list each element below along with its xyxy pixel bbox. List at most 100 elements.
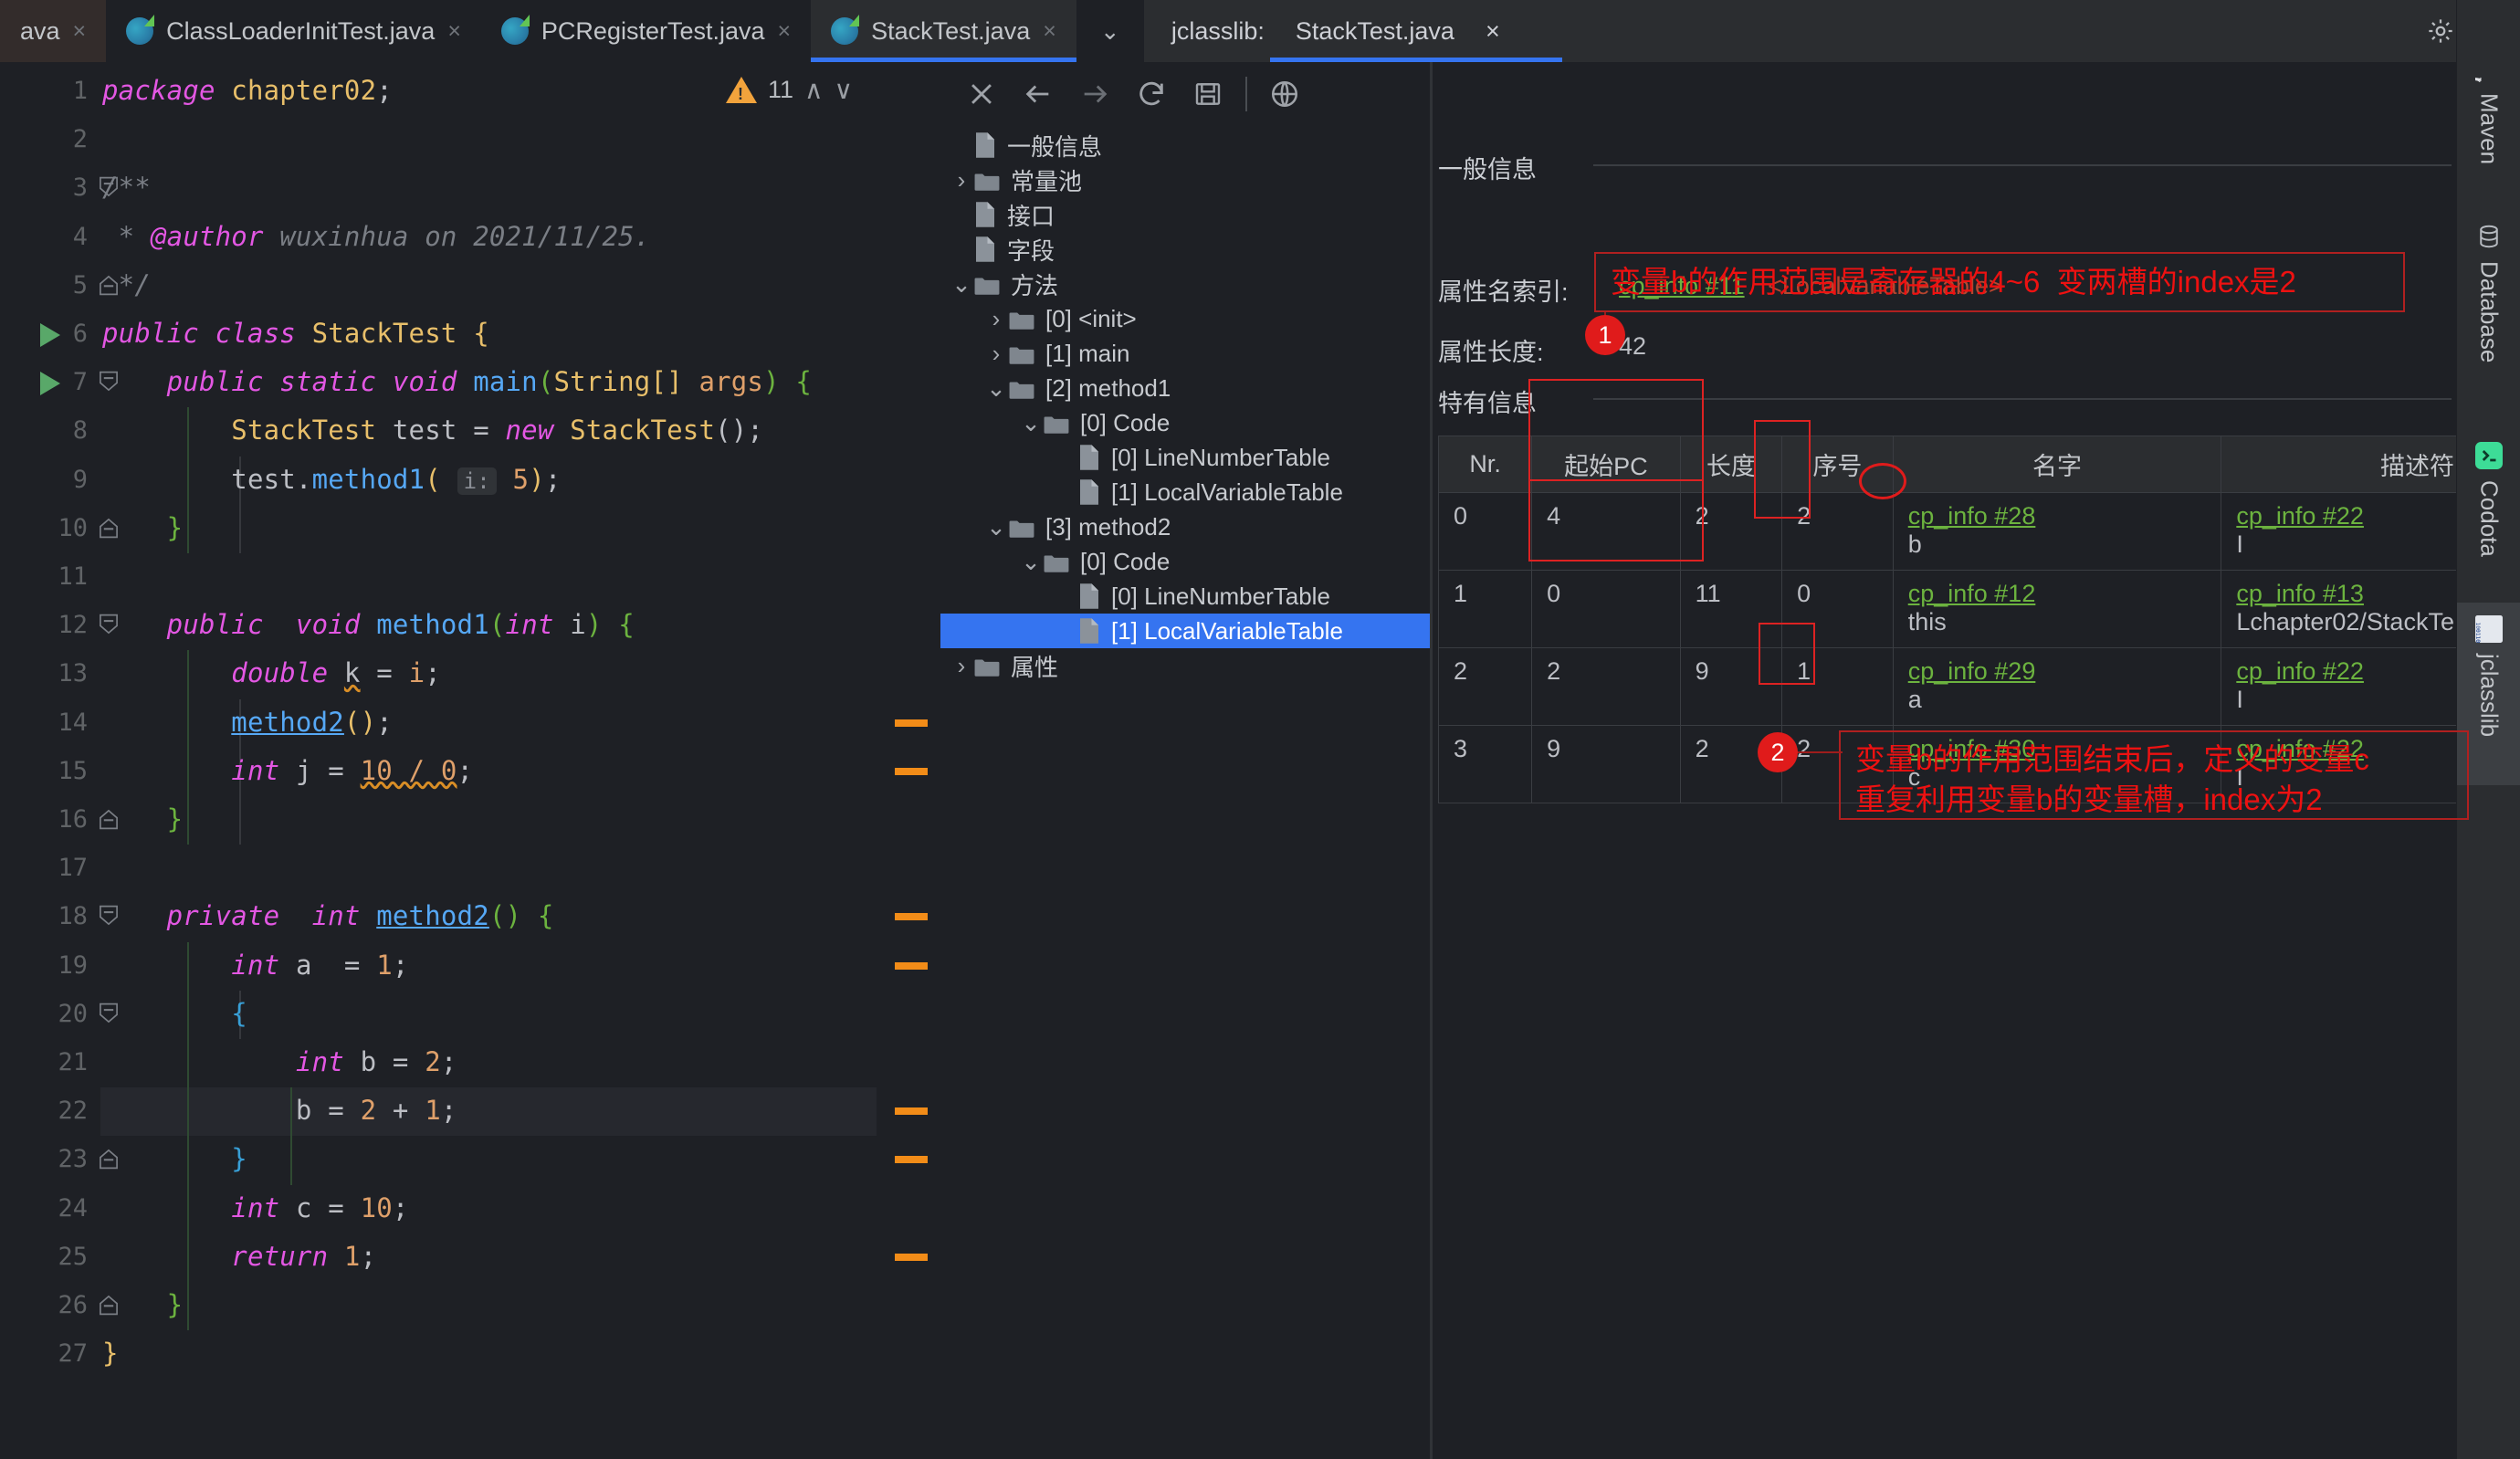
editor-tab-0[interactable]: ava× xyxy=(0,0,106,62)
problem-stripe-marker[interactable] xyxy=(895,1107,928,1115)
close-icon[interactable]: × xyxy=(447,18,461,45)
warning-count: 11 xyxy=(768,76,793,104)
tree-node-11[interactable]: ⌄[3] method2 xyxy=(940,509,1430,544)
tree-node-1[interactable]: ›常量池 xyxy=(940,163,1430,197)
cell-name[interactable]: cp_info #29a xyxy=(1893,648,2221,726)
tree-node-15[interactable]: ›属性 xyxy=(940,648,1430,683)
jclasslib-tool-tab[interactable]: jclasslib:StackTest.java× xyxy=(1144,0,1522,62)
cp-info-link[interactable]: cp_info #22 xyxy=(2236,657,2454,686)
cell-name[interactable]: cp_info #28b xyxy=(1893,493,2221,571)
forward-arrow-icon[interactable] xyxy=(1066,66,1123,122)
cell-descriptor[interactable]: cp_info #13Lchapter02/StackTe xyxy=(2221,571,2470,648)
browse-web-icon[interactable] xyxy=(1256,66,1313,122)
editor-tab-1[interactable]: ClassLoaderInitTest.java× xyxy=(106,0,481,62)
close-icon[interactable]: × xyxy=(73,18,87,45)
tool-window-button-database[interactable]: Database xyxy=(2457,210,2520,406)
inspection-widget[interactable]: 11 ∧ ∨ xyxy=(726,75,853,105)
jclasslib-tab-prefix: jclasslib: xyxy=(1171,17,1265,46)
tree-node-0[interactable]: ›一般信息 xyxy=(940,128,1430,163)
cell-name[interactable]: cp_info #12this xyxy=(1893,571,2221,648)
tree-node-3[interactable]: ›字段 xyxy=(940,232,1430,267)
cell-name-value: b xyxy=(1908,530,2207,559)
cp-info-link[interactable]: cp_info #28 xyxy=(1908,502,2207,530)
tree-node-14[interactable]: ›[1] LocalVariableTable xyxy=(940,614,1430,648)
editor-tab-2[interactable]: PCRegisterTest.java× xyxy=(481,0,811,62)
close-icon[interactable]: × xyxy=(778,18,792,45)
chevron-down-icon[interactable]: ⌄ xyxy=(1019,550,1043,573)
chevron-down-icon[interactable]: ⌄ xyxy=(984,376,1008,400)
table-row[interactable]: 0422cp_info #28bcp_info #22I xyxy=(1439,493,2470,571)
line-number: 8 xyxy=(73,416,88,445)
cell-descriptor[interactable]: cp_info #22I xyxy=(2221,493,2470,571)
line-number: 5 xyxy=(73,271,88,299)
tree-node-12[interactable]: ⌄[0] Code xyxy=(940,544,1430,579)
problem-stripe-marker[interactable] xyxy=(895,1254,928,1261)
tree-node-9[interactable]: ›[0] LineNumberTable xyxy=(940,440,1430,475)
editor-scrollbar-area[interactable] xyxy=(877,62,940,1459)
chevron-down-icon[interactable]: ⌄ xyxy=(950,272,973,296)
table-row[interactable]: 2291cp_info #29acp_info #22I xyxy=(1439,648,2470,726)
document-icon xyxy=(973,236,997,263)
chevron-down-icon[interactable]: ⌄ xyxy=(984,515,1008,539)
maven-icon: m xyxy=(2475,55,2503,82)
code-line: * @author wuxinhua on 2021/11/25. xyxy=(102,221,650,252)
back-arrow-icon[interactable] xyxy=(1010,66,1066,122)
cp-info-link[interactable]: cp_info #29 xyxy=(1908,657,2207,686)
jclasslib-tree[interactable]: ›一般信息›常量池›接口›字段⌄方法›[0] <init>›[1] main⌄[… xyxy=(940,128,1430,1459)
cp-info-link[interactable]: cp_info #12 xyxy=(1908,580,2207,608)
close-icon[interactable] xyxy=(953,66,1010,122)
highlight-ellipse-b xyxy=(1859,463,1906,499)
document-icon xyxy=(973,201,997,228)
problem-stripe-marker[interactable] xyxy=(895,768,928,775)
problem-stripe-marker[interactable] xyxy=(895,913,928,920)
tree-node-6[interactable]: ›[1] main xyxy=(940,336,1430,371)
cp-info-link[interactable]: cp_info #22 xyxy=(2236,502,2454,530)
folder-icon xyxy=(1008,343,1035,363)
run-gutter-icon[interactable] xyxy=(40,323,60,347)
chevron-right-icon[interactable]: › xyxy=(984,341,1008,365)
table-row[interactable]: 10110cp_info #12thiscp_info #13Lchapter0… xyxy=(1439,571,2470,648)
code-line: package chapter02; xyxy=(102,75,393,106)
line-number: 13 xyxy=(58,659,88,688)
editor-tab-3[interactable]: StackTest.java× xyxy=(811,0,1076,62)
specific-info-header: 特有信息 xyxy=(1438,383,1537,419)
code-line: public static void main(String[] args) { xyxy=(102,366,812,397)
tool-window-button-codota[interactable]: Codota xyxy=(2457,429,2520,580)
folder-icon xyxy=(973,656,1001,676)
tree-node-4[interactable]: ⌄方法 xyxy=(940,267,1430,301)
chevron-right-icon[interactable]: › xyxy=(950,168,973,192)
cell-start_pc: 9 xyxy=(1532,726,1680,803)
tool-window-button-maven[interactable]: mMaven xyxy=(2457,42,2520,179)
tree-node-5[interactable]: ›[0] <init> xyxy=(940,301,1430,336)
close-icon[interactable]: × xyxy=(1043,18,1056,45)
panel-splitter[interactable] xyxy=(1430,62,1433,1459)
cell-descriptor-value: Lchapter02/StackTe xyxy=(2236,608,2454,636)
tree-node-7[interactable]: ⌄[2] method1 xyxy=(940,371,1430,405)
line-number: 6 xyxy=(73,320,88,348)
reload-icon[interactable] xyxy=(1123,66,1180,122)
problem-stripe-marker[interactable] xyxy=(895,719,928,727)
next-problem-icon[interactable]: ∨ xyxy=(835,75,854,105)
folder-icon xyxy=(1008,517,1035,537)
tree-node-2[interactable]: ›接口 xyxy=(940,197,1430,232)
run-gutter-icon[interactable] xyxy=(40,372,60,395)
code-editor[interactable]: 1234567891011121314151617181920212223242… xyxy=(0,62,940,1459)
tree-node-13[interactable]: ›[0] LineNumberTable xyxy=(940,579,1430,614)
problem-stripe-marker[interactable] xyxy=(895,1156,928,1163)
close-icon[interactable]: × xyxy=(1486,17,1500,46)
prev-problem-icon[interactable]: ∧ xyxy=(804,75,824,105)
right-tool-strip: mMavenDatabaseCodota1001011010100111jcla… xyxy=(2456,0,2520,1459)
chevron-right-icon[interactable]: › xyxy=(984,307,1008,331)
cp-info-link[interactable]: cp_info #13 xyxy=(2236,580,2454,608)
chevron-down-icon[interactable]: ⌄ xyxy=(1019,411,1043,435)
save-icon[interactable] xyxy=(1180,66,1236,122)
code-line: int b = 2; xyxy=(102,1046,457,1077)
code-line: double k = i; xyxy=(102,657,441,688)
tab-overflow-button[interactable]: ⌄ xyxy=(1076,0,1144,62)
tree-node-10[interactable]: ›[1] LocalVariableTable xyxy=(940,475,1430,509)
tree-node-8[interactable]: ⌄[0] Code xyxy=(940,405,1430,440)
code-line: } xyxy=(102,512,183,543)
chevron-right-icon[interactable]: › xyxy=(950,654,973,677)
problem-stripe-marker[interactable] xyxy=(895,962,928,970)
cell-descriptor[interactable]: cp_info #22I xyxy=(2221,648,2470,726)
